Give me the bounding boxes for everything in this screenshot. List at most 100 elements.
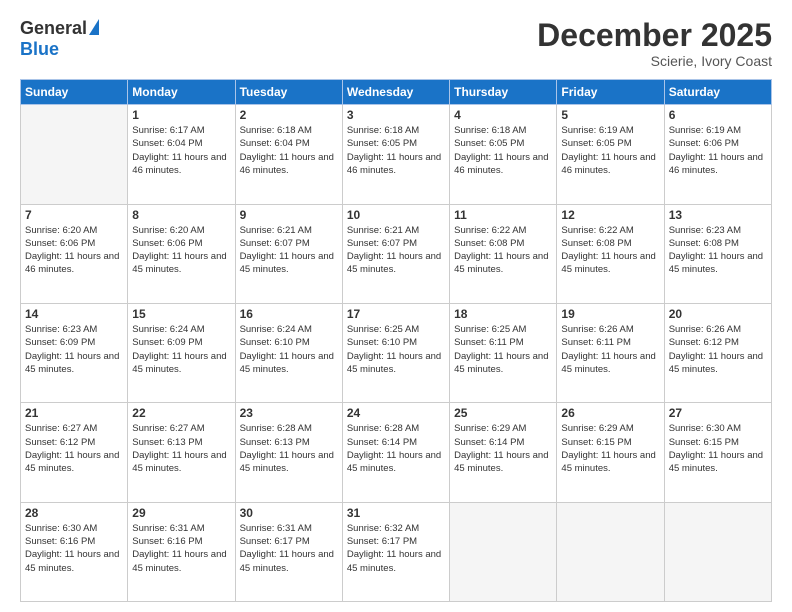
cell-info: Sunrise: 6:22 AMSunset: 6:08 PMDaylight:… <box>561 224 659 277</box>
calendar-cell: 29 Sunrise: 6:31 AMSunset: 6:16 PMDayligh… <box>128 502 235 601</box>
day-number: 15 <box>132 307 230 321</box>
day-number: 11 <box>454 208 552 222</box>
cell-info: Sunrise: 6:23 AMSunset: 6:09 PMDaylight:… <box>25 323 123 376</box>
cell-info: Sunrise: 6:25 AMSunset: 6:10 PMDaylight:… <box>347 323 445 376</box>
day-number: 29 <box>132 506 230 520</box>
day-number: 26 <box>561 406 659 420</box>
calendar-week-row-4: 21 Sunrise: 6:27 AMSunset: 6:12 PMDayligh… <box>21 403 772 502</box>
day-number: 21 <box>25 406 123 420</box>
location: Scierie, Ivory Coast <box>537 53 772 69</box>
calendar-cell: 2 Sunrise: 6:18 AMSunset: 6:04 PMDaylight… <box>235 105 342 204</box>
cell-info: Sunrise: 6:30 AMSunset: 6:15 PMDaylight:… <box>669 422 767 475</box>
calendar-header-row: Sunday Monday Tuesday Wednesday Thursday… <box>21 80 772 105</box>
calendar-cell: 18 Sunrise: 6:25 AMSunset: 6:11 PMDayligh… <box>450 303 557 402</box>
cell-info: Sunrise: 6:18 AMSunset: 6:05 PMDaylight:… <box>347 124 445 177</box>
cell-info: Sunrise: 6:25 AMSunset: 6:11 PMDaylight:… <box>454 323 552 376</box>
cell-info: Sunrise: 6:32 AMSunset: 6:17 PMDaylight:… <box>347 522 445 575</box>
calendar-table: Sunday Monday Tuesday Wednesday Thursday… <box>20 79 772 602</box>
calendar-cell: 7 Sunrise: 6:20 AMSunset: 6:06 PMDaylight… <box>21 204 128 303</box>
day-number: 22 <box>132 406 230 420</box>
calendar-cell: 20 Sunrise: 6:26 AMSunset: 6:12 PMDayligh… <box>664 303 771 402</box>
day-number: 8 <box>132 208 230 222</box>
cell-info: Sunrise: 6:27 AMSunset: 6:13 PMDaylight:… <box>132 422 230 475</box>
calendar-cell: 24Sunrise: 6:28 AMSunset: 6:14 PMDayligh… <box>342 403 449 502</box>
day-number: 19 <box>561 307 659 321</box>
day-number: 6 <box>669 108 767 122</box>
day-number: 9 <box>240 208 338 222</box>
cell-info: Sunrise: 6:23 AMSunset: 6:08 PMDaylight:… <box>669 224 767 277</box>
calendar-week-row-3: 14 Sunrise: 6:23 AMSunset: 6:09 PMDayligh… <box>21 303 772 402</box>
calendar-cell <box>21 105 128 204</box>
calendar-cell: 10Sunrise: 6:21 AMSunset: 6:07 PMDayligh… <box>342 204 449 303</box>
calendar-week-row-1: 1 Sunrise: 6:17 AMSunset: 6:04 PMDaylight… <box>21 105 772 204</box>
calendar-cell: 21 Sunrise: 6:27 AMSunset: 6:12 PMDayligh… <box>21 403 128 502</box>
cell-info: Sunrise: 6:30 AMSunset: 6:16 PMDaylight:… <box>25 522 123 575</box>
calendar-cell: 26Sunrise: 6:29 AMSunset: 6:15 PMDayligh… <box>557 403 664 502</box>
calendar-cell <box>664 502 771 601</box>
col-wednesday: Wednesday <box>342 80 449 105</box>
col-friday: Friday <box>557 80 664 105</box>
day-number: 16 <box>240 307 338 321</box>
calendar-cell: 9 Sunrise: 6:21 AMSunset: 6:07 PMDaylight… <box>235 204 342 303</box>
day-number: 10 <box>347 208 445 222</box>
logo: General Blue <box>20 18 99 60</box>
calendar-cell: 6 Sunrise: 6:19 AMSunset: 6:06 PMDaylight… <box>664 105 771 204</box>
cell-info: Sunrise: 6:31 AMSunset: 6:16 PMDaylight:… <box>132 522 230 575</box>
day-number: 20 <box>669 307 767 321</box>
day-number: 18 <box>454 307 552 321</box>
day-number: 30 <box>240 506 338 520</box>
day-number: 13 <box>669 208 767 222</box>
cell-info: Sunrise: 6:21 AMSunset: 6:07 PMDaylight:… <box>240 224 338 277</box>
day-number: 1 <box>132 108 230 122</box>
calendar-cell <box>450 502 557 601</box>
calendar-cell <box>557 502 664 601</box>
cell-info: Sunrise: 6:28 AMSunset: 6:14 PMDaylight:… <box>347 422 445 475</box>
cell-info: Sunrise: 6:18 AMSunset: 6:04 PMDaylight:… <box>240 124 338 177</box>
calendar-cell: 30 Sunrise: 6:31 AMSunset: 6:17 PMDayligh… <box>235 502 342 601</box>
calendar-cell: 4 Sunrise: 6:18 AMSunset: 6:05 PMDaylight… <box>450 105 557 204</box>
cell-info: Sunrise: 6:19 AMSunset: 6:06 PMDaylight:… <box>669 124 767 177</box>
day-number: 3 <box>347 108 445 122</box>
logo-text-general: General <box>20 18 87 39</box>
calendar-cell: 23Sunrise: 6:28 AMSunset: 6:13 PMDayligh… <box>235 403 342 502</box>
calendar-cell: 19Sunrise: 6:26 AMSunset: 6:11 PMDayligh… <box>557 303 664 402</box>
calendar-cell: 17Sunrise: 6:25 AMSunset: 6:10 PMDayligh… <box>342 303 449 402</box>
calendar-cell: 5 Sunrise: 6:19 AMSunset: 6:05 PMDaylight… <box>557 105 664 204</box>
day-number: 12 <box>561 208 659 222</box>
cell-info: Sunrise: 6:22 AMSunset: 6:08 PMDaylight:… <box>454 224 552 277</box>
calendar-cell: 13 Sunrise: 6:23 AMSunset: 6:08 PMDayligh… <box>664 204 771 303</box>
day-number: 7 <box>25 208 123 222</box>
day-number: 2 <box>240 108 338 122</box>
cell-info: Sunrise: 6:20 AMSunset: 6:06 PMDaylight:… <box>132 224 230 277</box>
col-monday: Monday <box>128 80 235 105</box>
cell-info: Sunrise: 6:27 AMSunset: 6:12 PMDaylight:… <box>25 422 123 475</box>
col-sunday: Sunday <box>21 80 128 105</box>
day-number: 4 <box>454 108 552 122</box>
day-number: 28 <box>25 506 123 520</box>
day-number: 27 <box>669 406 767 420</box>
header: General Blue December 2025 Scierie, Ivor… <box>20 18 772 69</box>
calendar-cell: 22 Sunrise: 6:27 AMSunset: 6:13 PMDayligh… <box>128 403 235 502</box>
day-number: 25 <box>454 406 552 420</box>
cell-info: Sunrise: 6:17 AMSunset: 6:04 PMDaylight:… <box>132 124 230 177</box>
cell-info: Sunrise: 6:31 AMSunset: 6:17 PMDaylight:… <box>240 522 338 575</box>
calendar-cell: 28 Sunrise: 6:30 AMSunset: 6:16 PMDayligh… <box>21 502 128 601</box>
cell-info: Sunrise: 6:19 AMSunset: 6:05 PMDaylight:… <box>561 124 659 177</box>
calendar-week-row-2: 7 Sunrise: 6:20 AMSunset: 6:06 PMDaylight… <box>21 204 772 303</box>
title-block: December 2025 Scierie, Ivory Coast <box>537 18 772 69</box>
cell-info: Sunrise: 6:18 AMSunset: 6:05 PMDaylight:… <box>454 124 552 177</box>
col-thursday: Thursday <box>450 80 557 105</box>
calendar-cell: 12 Sunrise: 6:22 AMSunset: 6:08 PMDayligh… <box>557 204 664 303</box>
cell-info: Sunrise: 6:20 AMSunset: 6:06 PMDaylight:… <box>25 224 123 277</box>
page: General Blue December 2025 Scierie, Ivor… <box>0 0 792 612</box>
calendar-week-row-5: 28 Sunrise: 6:30 AMSunset: 6:16 PMDayligh… <box>21 502 772 601</box>
logo-triangle-icon <box>89 19 99 35</box>
calendar-cell: 31 Sunrise: 6:32 AMSunset: 6:17 PMDayligh… <box>342 502 449 601</box>
day-number: 5 <box>561 108 659 122</box>
day-number: 31 <box>347 506 445 520</box>
calendar-cell: 16 Sunrise: 6:24 AMSunset: 6:10 PMDayligh… <box>235 303 342 402</box>
cell-info: Sunrise: 6:24 AMSunset: 6:09 PMDaylight:… <box>132 323 230 376</box>
cell-info: Sunrise: 6:26 AMSunset: 6:12 PMDaylight:… <box>669 323 767 376</box>
day-number: 14 <box>25 307 123 321</box>
cell-info: Sunrise: 6:24 AMSunset: 6:10 PMDaylight:… <box>240 323 338 376</box>
